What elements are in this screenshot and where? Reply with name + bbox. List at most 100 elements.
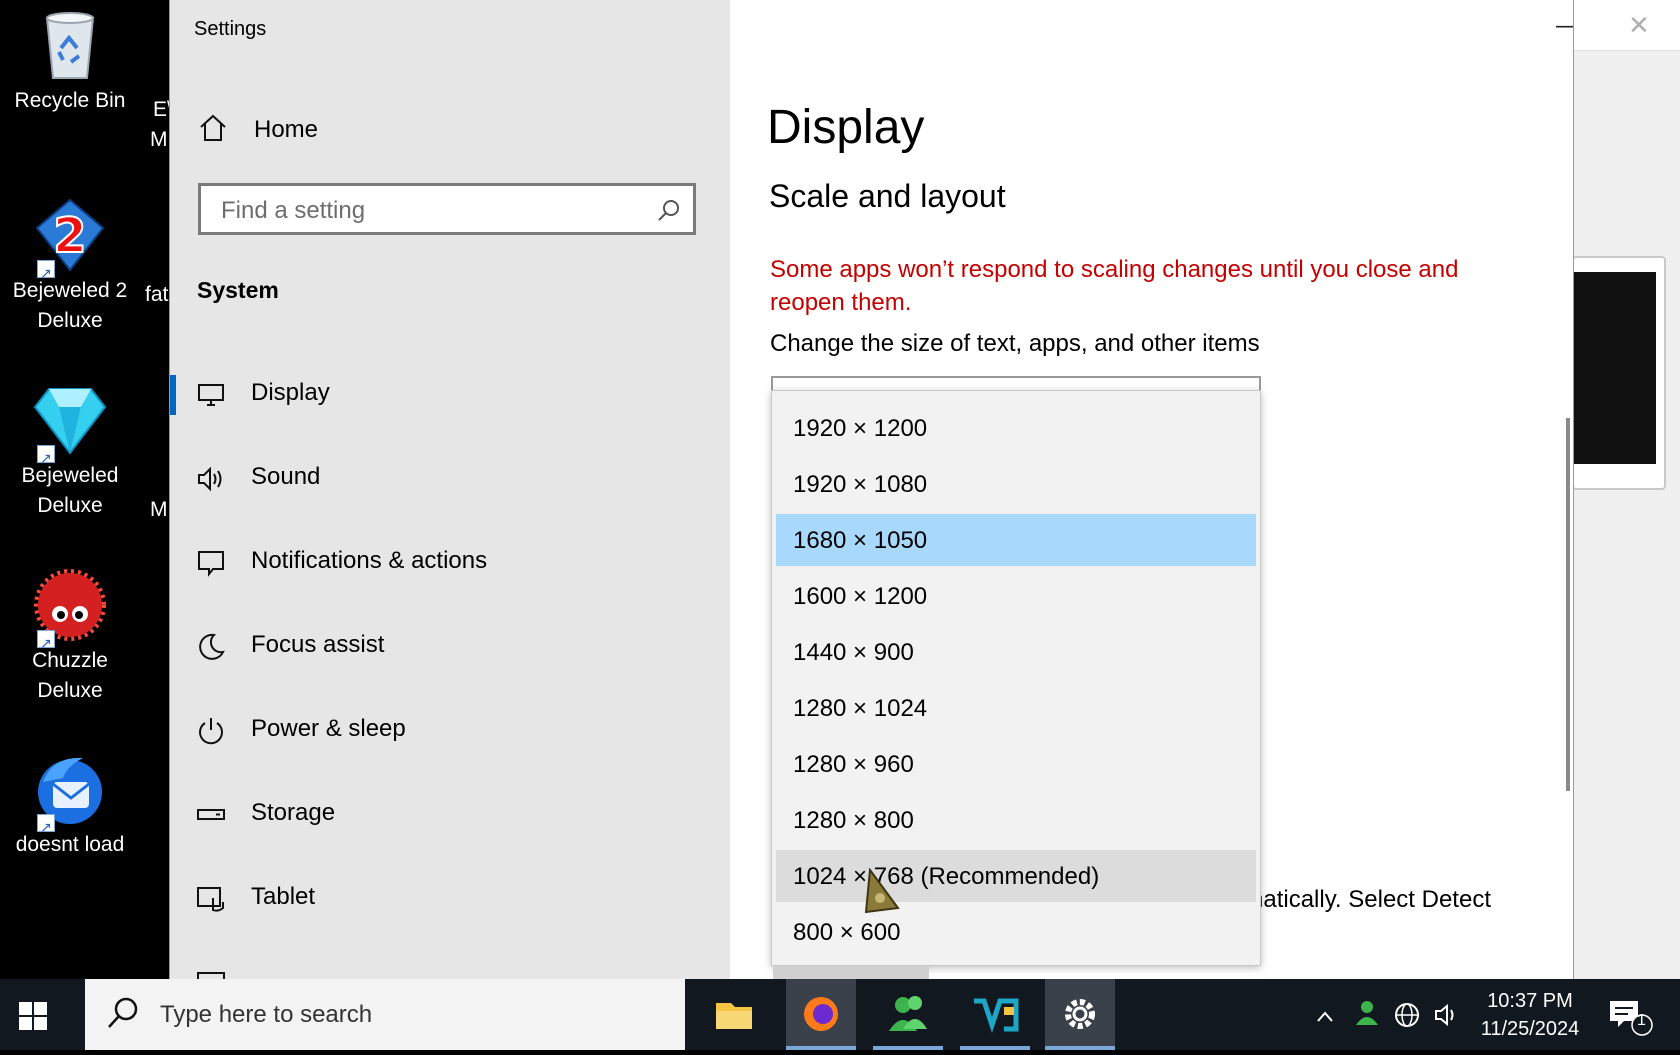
settings-search-input[interactable]: Find a setting xyxy=(198,183,696,235)
notification-icon xyxy=(1610,1001,1653,1036)
system-tray xyxy=(1310,979,1460,1050)
tablet-icon xyxy=(196,884,226,914)
nav-home[interactable]: Home xyxy=(198,110,318,150)
sidebar-item-focus-assist[interactable]: Focus assist xyxy=(170,617,730,677)
resolution-option[interactable]: 800 × 600 xyxy=(776,906,1256,958)
chevron-up-icon xyxy=(1317,1011,1333,1022)
resolution-dropdown-field[interactable] xyxy=(771,376,1261,390)
chuzzle-icon xyxy=(33,568,107,658)
display-preview xyxy=(1572,256,1666,490)
minimize-button[interactable]: — xyxy=(1548,12,1573,42)
svg-text:2: 2 xyxy=(53,208,86,264)
recycle-bin-icon xyxy=(33,8,107,82)
desktop-partial-label: M xyxy=(150,498,168,521)
search-placeholder: Find a setting xyxy=(221,197,366,224)
speaker-icon xyxy=(196,464,226,494)
diamond-icon xyxy=(33,383,107,473)
resolution-option-selected[interactable]: 1680 × 1050 xyxy=(776,514,1256,566)
sidebar-item-display[interactable]: Display xyxy=(170,365,730,425)
resolution-option[interactable]: 1920 × 1080 xyxy=(776,458,1256,510)
resolution-option-hovered[interactable]: 1024 × 768 (Recommended) xyxy=(776,850,1256,902)
bejeweled-2-icon: 2 xyxy=(33,198,107,288)
scaling-warning: Some apps won’t respond to scaling chang… xyxy=(770,256,1459,316)
desktop-partial-label: M xyxy=(150,128,168,151)
shortcut-arrow-icon xyxy=(37,443,55,473)
option-label: 1680 × 1050 xyxy=(793,527,928,554)
moon-icon xyxy=(196,632,226,662)
active-indicator xyxy=(1045,1046,1115,1050)
firefox-icon xyxy=(804,997,838,1031)
desktop-icon-doesnt-load[interactable]: doesnt load xyxy=(0,752,140,860)
taskbar: Type here to search 10:37 PM 11/25/2024 … xyxy=(0,979,1680,1050)
sidebar-item-sound[interactable]: Sound xyxy=(170,449,730,509)
taskbar-settings[interactable] xyxy=(1045,979,1115,1050)
taskbar-clock[interactable]: 10:37 PM 11/25/2024 xyxy=(1460,987,1600,1043)
option-label: 1920 × 1080 xyxy=(793,471,928,498)
shortcut-arrow-icon xyxy=(37,258,55,288)
desktop-icon-bejeweled-deluxe[interactable]: Bejeweled Deluxe xyxy=(0,383,140,521)
start-button[interactable] xyxy=(18,1001,58,1041)
taskbar-search-box[interactable]: Type here to search xyxy=(85,979,685,1050)
resolution-option[interactable]: 1280 × 800 xyxy=(776,794,1256,846)
taskbar-search-placeholder: Type here to search xyxy=(160,1001,373,1028)
desktop-partial-label: fat xyxy=(145,283,169,306)
sidebar-item-notifications[interactable]: Notifications & actions xyxy=(170,533,730,593)
resolution-option[interactable]: 1440 × 900 xyxy=(776,626,1256,678)
multitasking-icon xyxy=(196,968,226,979)
option-label: 1280 × 1024 xyxy=(793,695,928,722)
resolution-option[interactable]: 1600 × 1200 xyxy=(776,570,1256,622)
resolution-dropdown-list: 1920 × 1200 1920 × 1080 1680 × 1050 1600… xyxy=(771,390,1261,966)
notification-count: 1 xyxy=(1637,1012,1646,1029)
content-scrollbar[interactable] xyxy=(1566,418,1570,791)
sidebar-item-tablet[interactable]: Tablet xyxy=(170,869,730,929)
detect-description: omatically. Select Detect xyxy=(1230,886,1491,913)
section-title: Scale and layout xyxy=(769,178,1006,214)
sidebar-item-power-sleep[interactable]: Power & sleep xyxy=(170,701,730,761)
storage-icon xyxy=(196,800,226,830)
sidebar-item-multitasking-partial[interactable] xyxy=(170,953,730,979)
option-label: 800 × 600 xyxy=(793,919,901,946)
vs-app-icon xyxy=(974,998,1019,1033)
desktop-icon-recycle-bin[interactable]: Recycle Bin xyxy=(0,8,140,116)
section-heading: System xyxy=(197,277,279,303)
sidebar-item-label: Sound xyxy=(251,463,321,490)
option-label: 1600 × 1200 xyxy=(793,583,928,610)
background-window-titlebar: ✕ xyxy=(1560,0,1680,51)
action-center-button[interactable]: 1 xyxy=(1606,997,1656,1042)
sidebar-item-storage[interactable]: Storage xyxy=(170,785,730,845)
desktop-icon-label: Bejeweled 2 Deluxe xyxy=(12,279,128,332)
network-globe-icon xyxy=(1395,1003,1419,1027)
option-label: 1280 × 800 xyxy=(793,807,914,834)
sidebar-item-label: Display xyxy=(251,379,330,406)
display-preview-screen xyxy=(1574,272,1656,464)
sidebar-item-label: Storage xyxy=(251,799,336,826)
resolution-option[interactable]: 1920 × 1200 xyxy=(776,402,1256,454)
resolution-option[interactable]: 1280 × 1024 xyxy=(776,682,1256,734)
close-icon[interactable]: ✕ xyxy=(1628,10,1650,41)
desktop-icon-chuzzle-deluxe[interactable]: Chuzzle Deluxe xyxy=(0,568,140,706)
page-title: Display xyxy=(767,101,925,154)
desktop-icon-bejeweled-2-deluxe[interactable]: 2 Bejeweled 2 Deluxe xyxy=(0,198,140,336)
taskbar-people-app[interactable] xyxy=(873,979,943,1050)
active-indicator xyxy=(786,1046,856,1050)
taskbar-firefox[interactable] xyxy=(786,979,856,1050)
desktop-icon-label: Chuzzle Deluxe xyxy=(32,649,108,702)
settings-sidebar: Settings Home Find a setting System Disp… xyxy=(170,0,730,979)
folder-icon xyxy=(716,1003,752,1029)
clock-date: 11/25/2024 xyxy=(1480,1018,1580,1040)
scale-label: Change the size of text, apps, and other… xyxy=(770,330,1260,357)
shortcut-arrow-icon xyxy=(37,812,55,842)
nav-home-label: Home xyxy=(254,116,319,143)
sidebar-item-label: Tablet xyxy=(251,883,316,910)
window-title: Settings xyxy=(194,18,267,40)
option-label: 1920 × 1200 xyxy=(793,415,928,442)
people-icon xyxy=(889,996,927,1031)
sidebar-item-label: Power & sleep xyxy=(251,715,406,742)
resolution-option[interactable]: 1280 × 960 xyxy=(776,738,1256,790)
taskbar-app-v[interactable] xyxy=(960,979,1030,1050)
option-label: 1280 × 960 xyxy=(793,751,914,778)
taskbar-file-explorer[interactable] xyxy=(699,979,769,1050)
running-indicator xyxy=(873,1046,943,1050)
search-icon xyxy=(105,995,141,1036)
thunderbird-icon xyxy=(33,752,107,842)
